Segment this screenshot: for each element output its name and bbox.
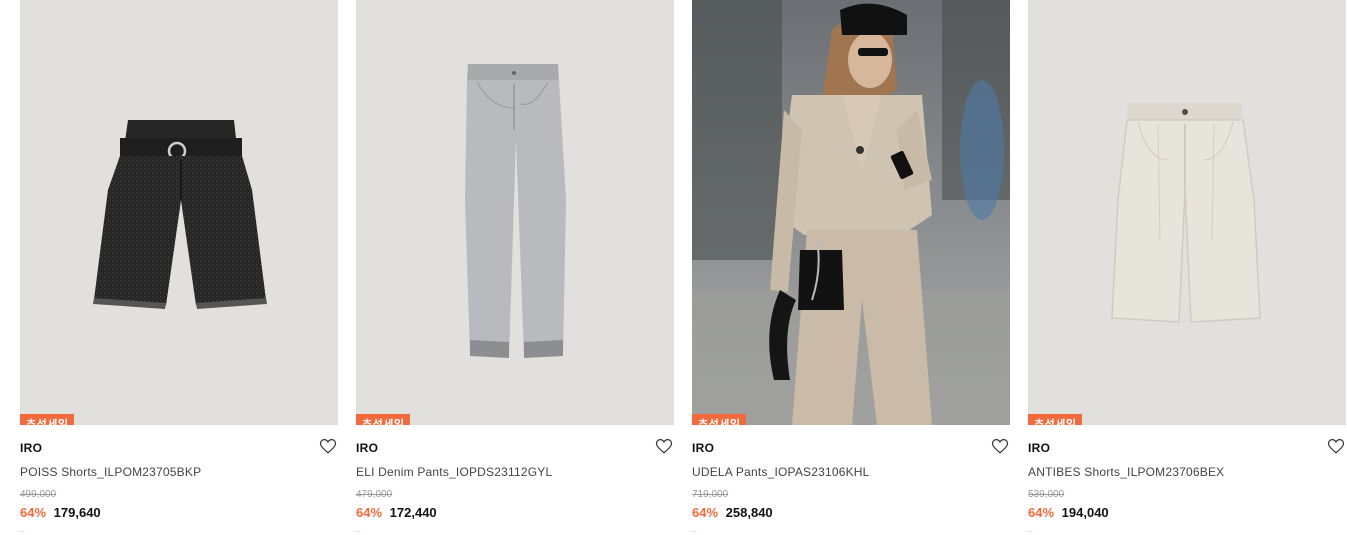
product-grid: 추석세일 IRO POISS Shorts_ILPOM23705BKP 499,… <box>20 0 1346 533</box>
sale-price: 258,840 <box>725 505 773 520</box>
original-price: 539,000 <box>1028 489 1065 500</box>
wishlist-heart-icon[interactable] <box>319 437 337 455</box>
black-tweed-shorts-image <box>20 0 338 425</box>
more-indicator: .. <box>356 525 362 533</box>
price-row: 64% 258,840 <box>692 505 1010 521</box>
product-image-link[interactable]: 추석세일 <box>1028 0 1346 425</box>
more-indicator: .. <box>20 525 26 533</box>
product-image-link[interactable]: 추석세일 <box>356 0 674 425</box>
wishlist-heart-icon[interactable] <box>991 437 1009 455</box>
more-indicator: .. <box>1028 525 1034 533</box>
brand-name[interactable]: IRO <box>1028 441 1346 455</box>
product-card[interactable]: 추석세일 IRO POISS Shorts_ILPOM23705BKP 499,… <box>20 0 338 533</box>
sale-price: 172,440 <box>389 505 437 520</box>
original-price: 479,000 <box>356 489 393 500</box>
brand-name[interactable]: IRO <box>692 441 1010 455</box>
product-name[interactable]: POISS Shorts_ILPOM23705BKP <box>20 465 338 479</box>
original-price: 499,000 <box>20 489 57 500</box>
original-price: 719,000 <box>692 489 729 500</box>
linen-shorts-image <box>1028 0 1346 425</box>
wishlist-heart-icon[interactable] <box>1327 437 1345 455</box>
product-card[interactable]: 추석세일 IRO UDELA Pants_IOPAS23106KHL 719,0… <box>692 0 1010 533</box>
discount-rate: 64% <box>1028 505 1055 520</box>
model-beige-suit-image <box>692 0 1010 425</box>
sale-badge: 추석세일 <box>20 414 75 425</box>
sale-badge: 추석세일 <box>692 414 747 425</box>
more-indicator: .. <box>692 525 698 533</box>
product-name[interactable]: ANTIBES Shorts_ILPOM23706BEX <box>1028 465 1346 479</box>
discount-rate: 64% <box>692 505 719 520</box>
product-name[interactable]: ELI Denim Pants_IOPDS23112GYL <box>356 465 674 479</box>
product-image-link[interactable]: 추석세일 <box>20 0 338 425</box>
sale-price: 194,040 <box>1061 505 1109 520</box>
brand-name[interactable]: IRO <box>20 441 338 455</box>
price-row: 64% 172,440 <box>356 505 674 521</box>
product-card[interactable]: 추석세일 IRO ANTIBES Shorts_ILPOM23706BEX 53… <box>1028 0 1346 533</box>
product-name[interactable]: UDELA Pants_IOPAS23106KHL <box>692 465 1010 479</box>
discount-rate: 64% <box>20 505 47 520</box>
price-row: 64% 179,640 <box>20 505 338 521</box>
wishlist-heart-icon[interactable] <box>655 437 673 455</box>
price-row: 64% 194,040 <box>1028 505 1346 521</box>
discount-rate: 64% <box>356 505 383 520</box>
product-image-link[interactable]: 추석세일 <box>692 0 1010 425</box>
sale-price: 179,640 <box>53 505 101 520</box>
sale-badge: 추석세일 <box>356 414 411 425</box>
product-card[interactable]: 추석세일 IRO ELI Denim Pants_IOPDS23112GYL 4… <box>356 0 674 533</box>
grey-denim-pants-image <box>356 0 674 425</box>
sale-badge: 추석세일 <box>1028 414 1083 425</box>
brand-name[interactable]: IRO <box>356 441 674 455</box>
